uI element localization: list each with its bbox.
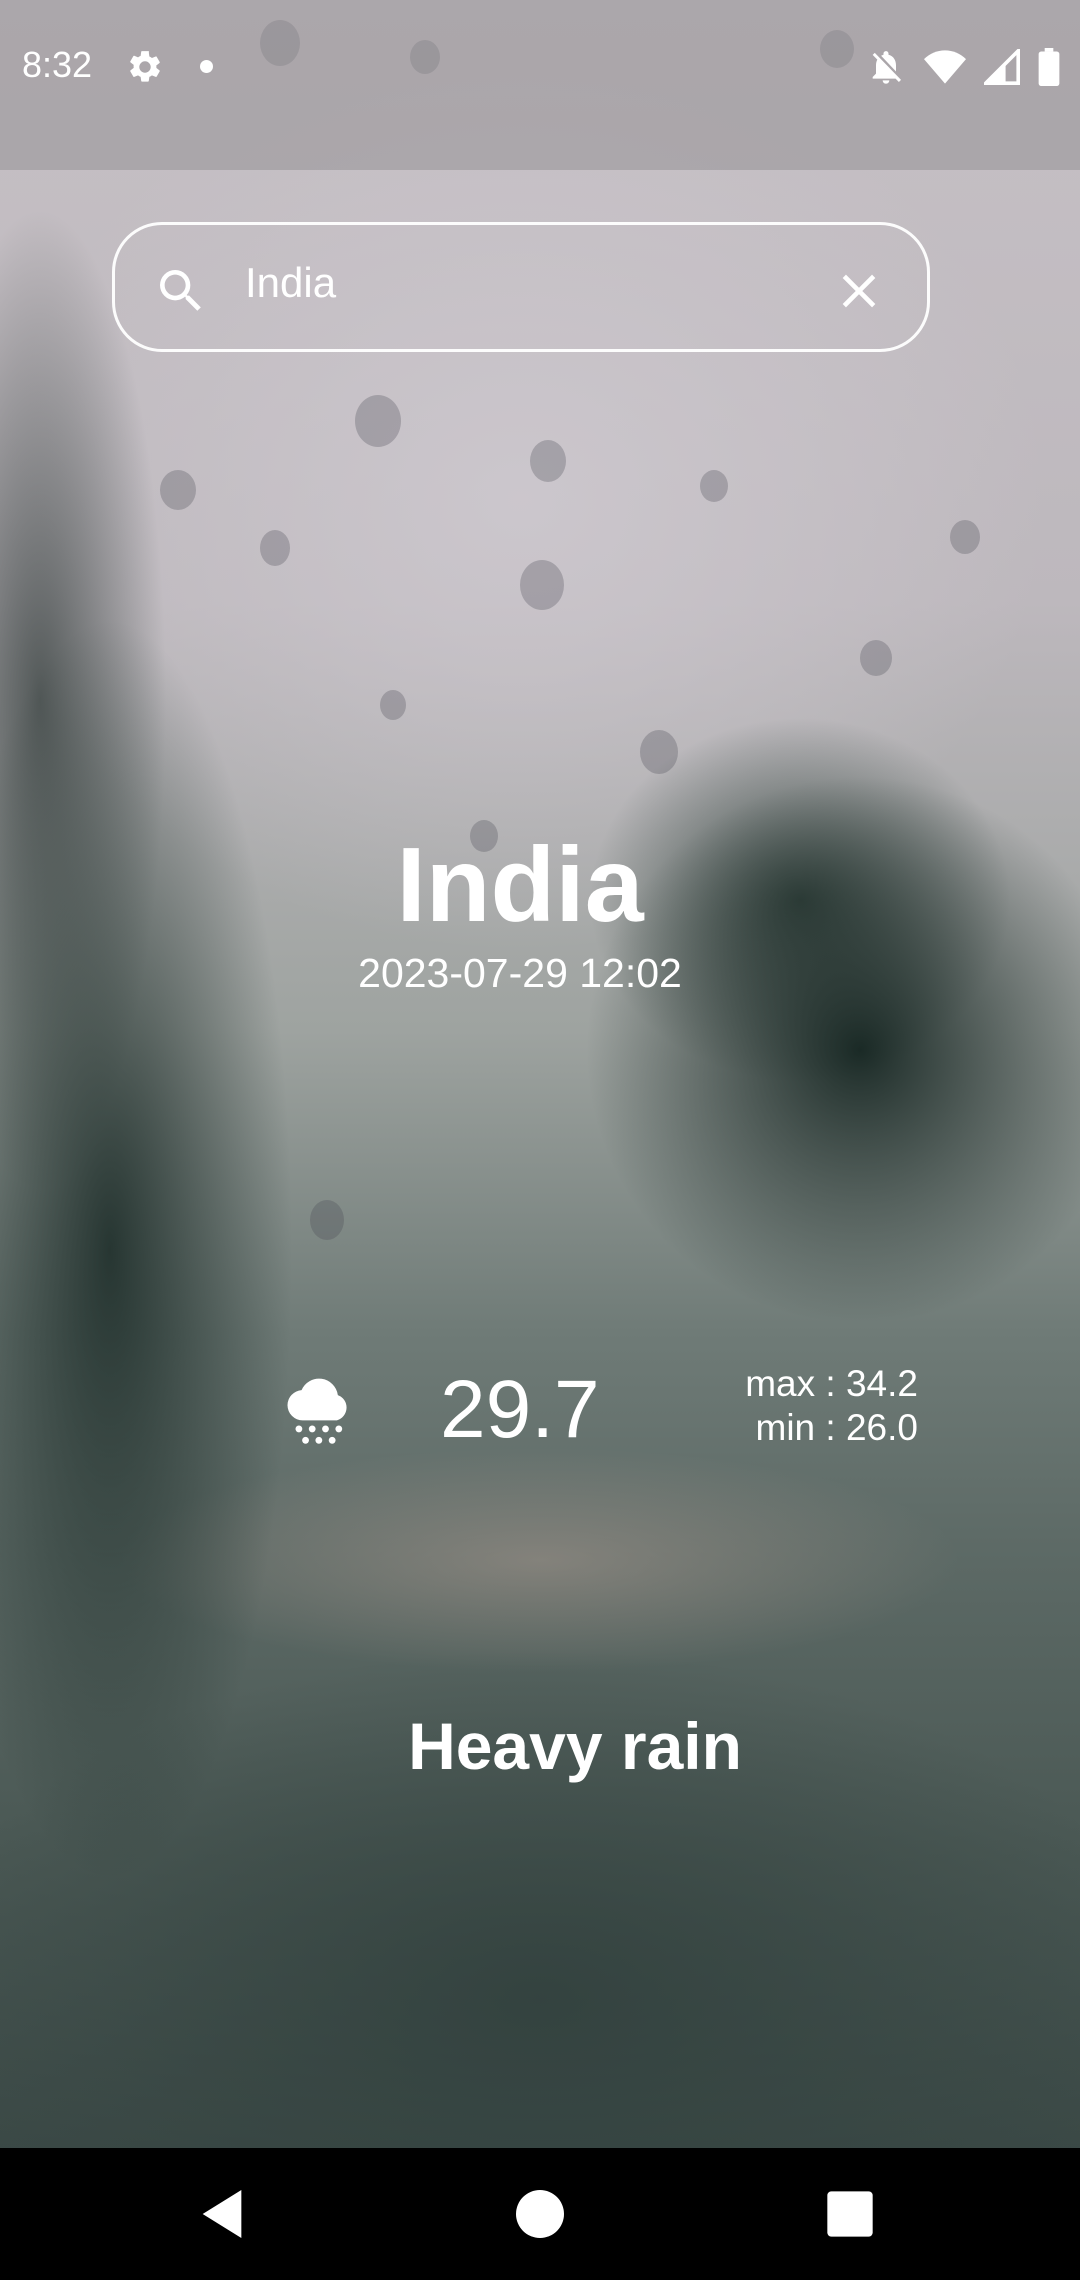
search-bar[interactable]	[112, 222, 930, 352]
settings-icon	[130, 51, 160, 82]
navigation-bar	[0, 2148, 1080, 2280]
temperature-range: max : 34.2 min : 26.0	[700, 1362, 918, 1450]
wifi-icon	[924, 50, 966, 84]
home-icon[interactable]	[508, 2182, 572, 2246]
weather-condition: Heavy rain	[408, 1709, 742, 1783]
min-temperature: min : 26.0	[755, 1407, 918, 1448]
city-name: India	[396, 826, 644, 944]
search-icon	[160, 270, 201, 311]
status-bar: 8:32	[0, 0, 1080, 170]
recents-icon[interactable]	[818, 2182, 882, 2246]
signal-icon	[984, 49, 1020, 85]
local-datetime: 2023-07-29 12:02	[358, 950, 682, 996]
back-icon[interactable]	[192, 2182, 256, 2246]
close-icon[interactable]	[831, 263, 887, 319]
current-temperature: 29.7	[440, 1364, 600, 1455]
max-temperature: max : 34.2	[745, 1363, 918, 1404]
battery-icon	[1038, 48, 1060, 86]
rain-cloud-icon	[287, 1378, 347, 1444]
status-time: 8:32	[22, 44, 93, 85]
bell-off-icon	[872, 51, 901, 84]
status-icons	[866, 46, 1060, 88]
notification-dot	[200, 60, 213, 73]
search-input[interactable]	[245, 253, 805, 313]
